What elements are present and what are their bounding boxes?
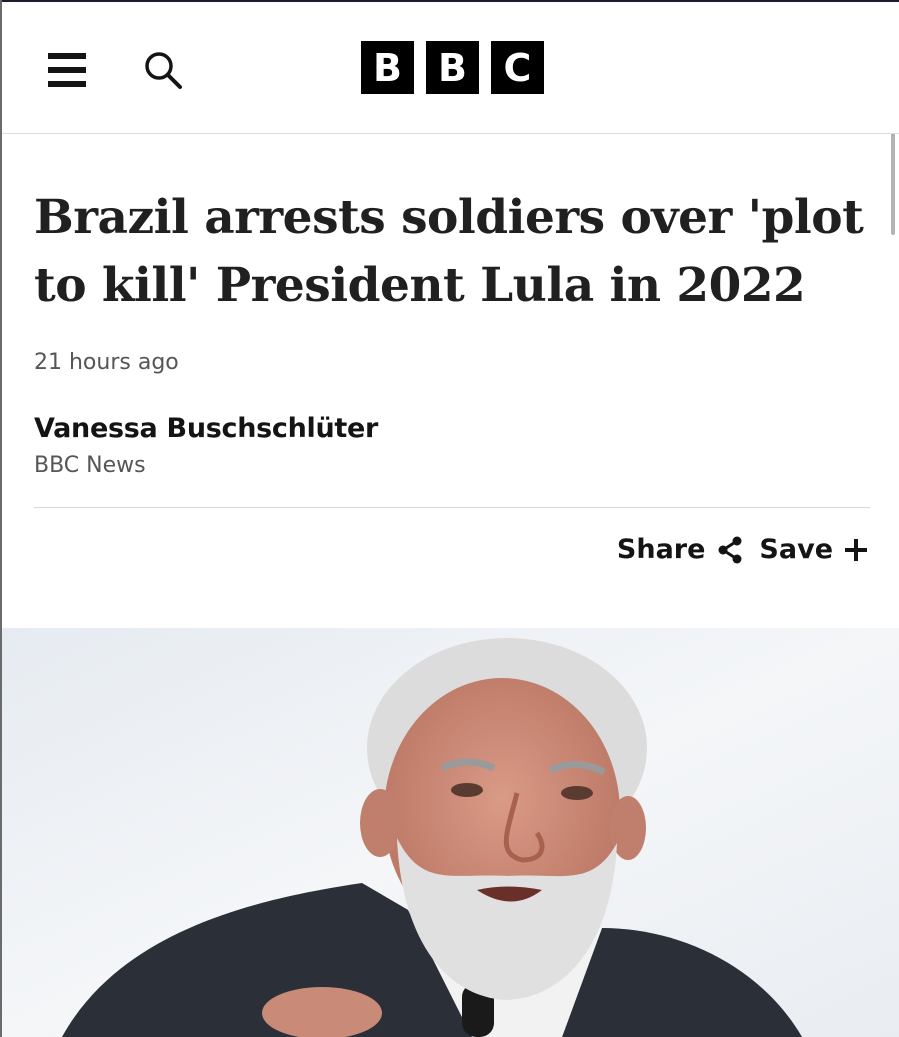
author-organization: BBC News [34, 453, 146, 478]
logo-letter: B [426, 41, 479, 94]
logo-letter: B [361, 41, 414, 94]
share-icon [718, 536, 742, 563]
menu-icon[interactable] [46, 51, 88, 89]
share-button[interactable]: Share [617, 534, 746, 565]
share-label: Share [616, 534, 706, 565]
save-label: Save [759, 534, 833, 565]
divider [34, 507, 870, 508]
search-icon[interactable] [142, 49, 186, 93]
article-headline: Brazil arrests soldiers over 'plot to ki… [34, 190, 864, 313]
author-name[interactable]: Vanessa Buschschlüter [34, 413, 378, 444]
plus-icon [845, 538, 867, 561]
site-header: B B C [2, 2, 899, 134]
article-photo [2, 628, 899, 1037]
bbc-logo[interactable]: B B C [361, 41, 544, 95]
save-button[interactable]: Save [759, 534, 869, 565]
article-timestamp: 21 hours ago [34, 350, 179, 375]
article-actions: Share Save [617, 534, 869, 565]
logo-letter: C [491, 41, 544, 94]
